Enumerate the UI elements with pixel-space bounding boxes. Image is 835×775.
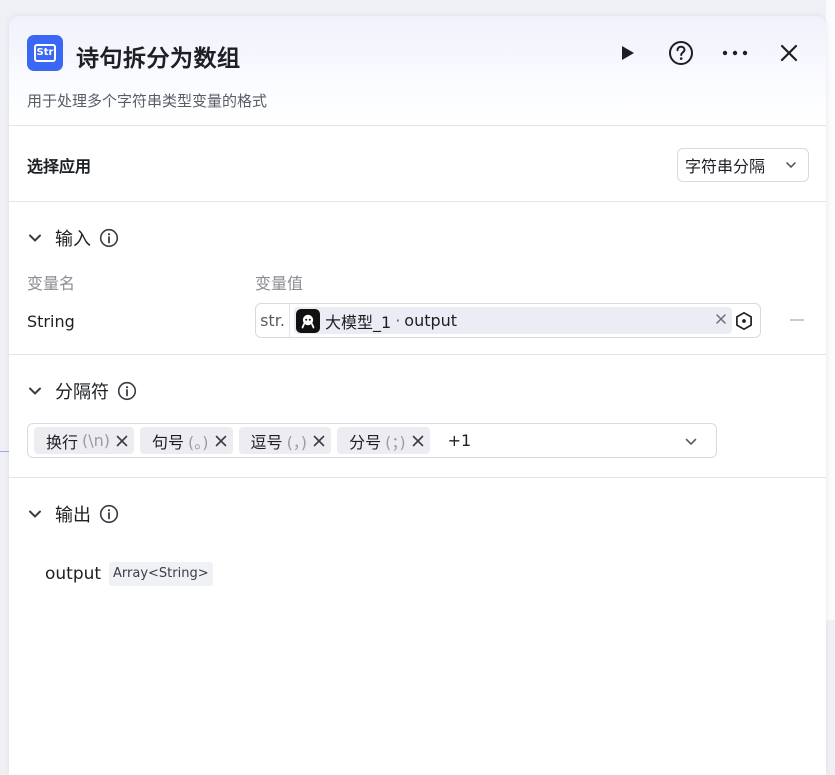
input-section-title: 输入 (55, 229, 91, 250)
app-select[interactable]: 字符串分隔 (677, 148, 809, 182)
info-icon[interactable] (99, 228, 119, 248)
separator-tag: 逗号 (，) (238, 427, 332, 454)
separator-tag: 分号 (；) (337, 427, 430, 454)
close-icon (116, 435, 128, 446)
output-section: 输出 output Array<String> (9, 478, 826, 618)
chevron-down-icon[interactable] (27, 383, 43, 399)
chevron-down-icon[interactable] (684, 435, 698, 449)
column-label-value: 变量值 (255, 274, 304, 293)
close-icon (215, 435, 226, 446)
minus-icon (790, 319, 804, 321)
input-section-header[interactable]: 输入 (27, 225, 119, 251)
canvas-strip (826, 0, 835, 620)
remove-tag-button[interactable] (215, 435, 227, 447)
remove-tag-button[interactable] (116, 435, 128, 447)
chevron-down-icon[interactable] (27, 506, 43, 522)
column-label-name: 变量名 (27, 274, 76, 293)
app-select-value: 字符串分隔 (685, 157, 766, 176)
string-node-icon: Str (27, 35, 63, 71)
close-icon (313, 435, 325, 446)
output-type-badge: Array<String> (109, 562, 213, 586)
type-tag: str. (256, 304, 290, 337)
node-title[interactable]: 诗句拆分为数组 (76, 39, 241, 73)
variable-picker-icon[interactable] (734, 311, 754, 331)
llm-node-icon (296, 308, 320, 333)
node-config-panel: Str 诗句拆分为数组 用于处理多个字符串类型变量的格式 选择应用 字符串分隔 … (9, 16, 826, 775)
variable-name[interactable]: String (27, 312, 75, 331)
chevron-down-icon (786, 162, 796, 169)
node-description[interactable]: 用于处理多个字符串类型变量的格式 (27, 90, 267, 111)
more-icon (722, 50, 748, 56)
clear-reference-button[interactable] (716, 312, 726, 328)
separator-section-header[interactable]: 分隔符 (27, 378, 137, 404)
app-section: 选择应用 字符串分隔 (9, 126, 826, 202)
ref-node-name: 大模型_1 (325, 312, 392, 332)
separator-section: 分隔符 换行 (\n) 句号 (。) 逗号 (，) 分号 (；) +1 (9, 355, 826, 478)
info-icon[interactable] (117, 381, 137, 401)
close-button[interactable] (774, 38, 804, 68)
more-tags-count[interactable]: +1 (448, 431, 472, 450)
variable-reference-chip[interactable]: 大模型_1 · output (294, 307, 732, 334)
variable-value-field[interactable]: str. 大模型_1 · output (255, 303, 761, 338)
play-icon (622, 46, 634, 60)
remove-variable-button[interactable] (788, 311, 806, 329)
input-section: 输入 变量名 变量值 String str. 大模型_1 · output (9, 202, 826, 355)
remove-tag-button[interactable] (412, 435, 424, 447)
more-button[interactable] (720, 38, 750, 68)
output-variable-name: output (45, 564, 102, 584)
close-icon (716, 314, 726, 324)
panel-header: Str 诗句拆分为数组 用于处理多个字符串类型变量的格式 (9, 16, 826, 126)
info-icon[interactable] (99, 504, 119, 524)
close-icon (780, 44, 798, 62)
output-section-header[interactable]: 输出 (27, 501, 119, 527)
chevron-down-icon[interactable] (27, 230, 43, 246)
output-section-title: 输出 (55, 505, 91, 526)
close-icon (412, 435, 423, 446)
remove-tag-button[interactable] (313, 435, 325, 447)
separator-section-title: 分隔符 (55, 382, 109, 403)
ref-output-name: output (404, 311, 458, 330)
ref-separator: · (395, 311, 401, 330)
separator-tag: 句号 (。) (140, 427, 233, 454)
help-button[interactable] (666, 38, 696, 68)
app-label: 选择应用 (27, 157, 92, 176)
separator-multi-select[interactable]: 换行 (\n) 句号 (。) 逗号 (，) 分号 (；) +1 (27, 423, 717, 458)
help-icon (669, 41, 693, 65)
run-button[interactable] (612, 38, 642, 68)
separator-tag: 换行 (\n) (34, 427, 135, 454)
